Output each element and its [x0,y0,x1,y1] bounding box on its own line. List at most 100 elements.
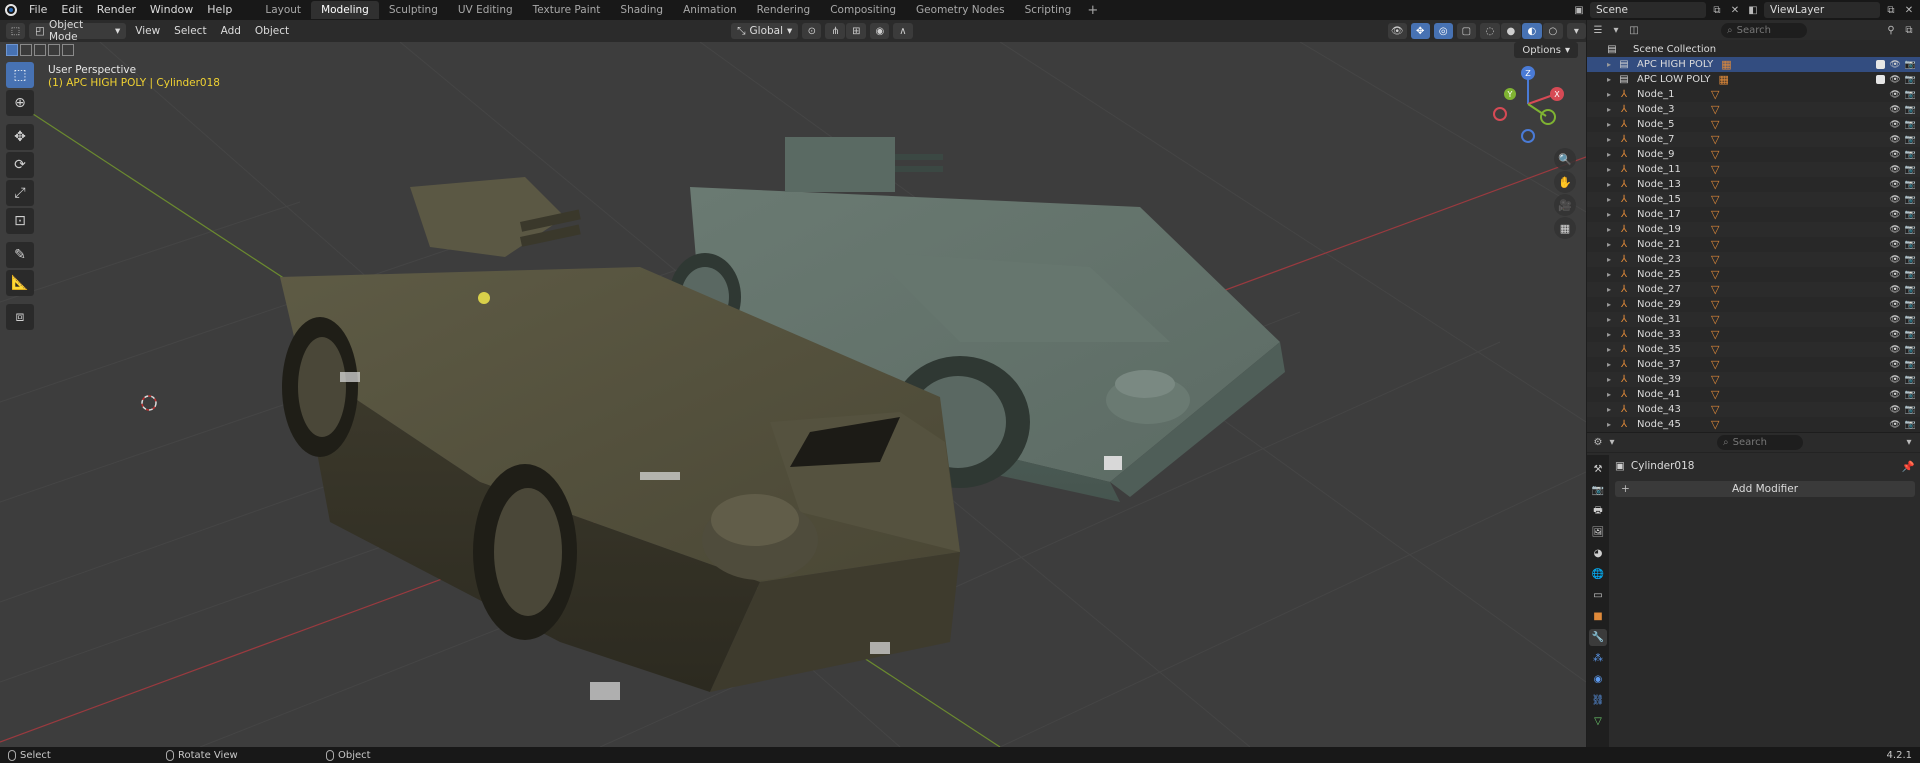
expand-arrow-icon[interactable]: ▸ [1607,225,1617,234]
visibility-icon[interactable]: 👁 [1387,23,1407,39]
falloff-icon[interactable]: ∧ [893,23,913,39]
outliner-row-node[interactable]: ▸ ⅄ Node_23 ▽ 👁 📷 [1587,252,1920,267]
tab-modeling[interactable]: Modeling [311,1,379,19]
expand-arrow-icon[interactable]: ▸ [1607,300,1617,309]
camera-icon[interactable]: 📷 [1905,60,1916,70]
editor-type-icon[interactable]: ⬚ [6,23,26,39]
eye-icon[interactable]: 👁 [1889,405,1900,415]
outliner-row-node[interactable]: ▸ ⅄ Node_25 ▽ 👁 📷 [1587,267,1920,282]
menu-object[interactable]: Object [250,25,294,37]
camera-icon[interactable]: 📷 [1905,315,1916,325]
camera-icon[interactable]: 📷 [1905,390,1916,400]
outliner-row-node[interactable]: ▸ ⅄ Node_27 ▽ 👁 📷 [1587,282,1920,297]
viewport-scene[interactable] [0,42,1586,747]
expand-arrow-icon[interactable]: ▸ [1607,240,1617,249]
outliner-row-node[interactable]: ▸ ⅄ Node_29 ▽ 👁 📷 [1587,297,1920,312]
gizmo-neg-x-icon[interactable] [1493,107,1507,121]
camera-icon[interactable]: 📷 [1905,405,1916,415]
tab-animation[interactable]: Animation [673,1,747,19]
camera-icon[interactable]: 📷 [1905,420,1916,430]
view-layer-selector[interactable]: ViewLayer [1764,2,1880,18]
outliner-row-node[interactable]: ▸ ⅄ Node_31 ▽ 👁 📷 [1587,312,1920,327]
world-tab-icon[interactable]: 🌐 [1589,566,1607,583]
outliner-row-node[interactable]: ▸ ⅄ Node_5 ▽ 👁 📷 [1587,117,1920,132]
eye-icon[interactable]: 👁 [1889,105,1900,115]
camera-view-icon[interactable]: 🎥 [1554,194,1576,216]
tool-tab-icon[interactable]: ⚒ [1589,461,1607,478]
outliner-row-node[interactable]: ▸ ⅄ Node_19 ▽ 👁 📷 [1587,222,1920,237]
transform-tool-icon[interactable]: ⊡ [6,208,34,234]
outliner-row-node[interactable]: ▸ ⅄ Node_3 ▽ 👁 📷 [1587,102,1920,117]
camera-icon[interactable]: 📷 [1905,225,1916,235]
tab-rendering[interactable]: Rendering [747,1,821,19]
outliner-row-node[interactable]: ▸ ⅄ Node_15 ▽ 👁 📷 [1587,192,1920,207]
rendered-shading-icon[interactable]: ○ [1542,23,1563,39]
transform-orientation-selector[interactable]: ⤡ Global ▾ [731,23,799,39]
eye-icon[interactable]: 👁 [1889,300,1900,310]
tab-texture-paint[interactable]: Texture Paint [523,1,611,19]
scene-tab-icon[interactable]: ◕ [1589,545,1607,562]
view-layer-icon[interactable]: ◧ [1746,3,1760,17]
expand-arrow-icon[interactable]: ▸ [1607,195,1617,204]
delete-scene-icon[interactable]: ✕ [1728,3,1742,17]
eye-icon[interactable]: 👁 [1889,135,1900,145]
properties-editor-icon[interactable]: ⚙ [1591,436,1605,450]
gizmo-toggle-icon[interactable]: ✥ [1410,23,1430,39]
menu-add[interactable]: Add [216,25,246,37]
gizmo-y-icon[interactable] [1540,109,1556,125]
snap-icon[interactable]: ⋔ [825,23,846,39]
camera-icon[interactable]: 📷 [1905,255,1916,265]
chevron-down-icon[interactable]: ▾ [1605,436,1619,450]
camera-icon[interactable]: 📷 [1905,270,1916,280]
display-mode-icon[interactable]: ▾ [1609,23,1623,37]
outliner-row-node[interactable]: ▸ ⅄ Node_39 ▽ 👁 📷 [1587,372,1920,387]
eye-icon[interactable]: 👁 [1889,240,1900,250]
expand-arrow-icon[interactable]: ▸ [1607,120,1617,129]
eye-icon[interactable]: 👁 [1889,210,1900,220]
menu-view[interactable]: View [130,25,165,37]
expand-arrow-icon[interactable]: ▸ [1607,180,1617,189]
delete-view-layer-icon[interactable]: ✕ [1902,3,1916,17]
scene-selector[interactable]: Scene [1590,2,1706,18]
menu-window[interactable]: Window [143,0,200,20]
expand-arrow-icon[interactable]: ▸ [1607,105,1617,114]
expand-arrow-icon[interactable]: ▸ [1607,360,1617,369]
outliner-view-icon[interactable]: ◫ [1627,23,1641,37]
add-modifier-button[interactable]: + Add Modifier [1615,481,1915,497]
particles-tab-icon[interactable]: ⁂ [1589,650,1607,667]
expand-arrow-icon[interactable]: ▸ [1607,330,1617,339]
menu-select[interactable]: Select [169,25,211,37]
outliner-row-node[interactable]: ▸ ⅄ Node_13 ▽ 👁 📷 [1587,177,1920,192]
gizmo-neg-z-icon[interactable] [1521,129,1535,143]
eye-icon[interactable]: 👁 [1889,315,1900,325]
navigation-gizmo[interactable]: Z X Y [1488,64,1568,144]
blender-logo-icon[interactable] [0,0,22,20]
outliner-editor-icon[interactable]: ☰ [1591,23,1605,37]
pan-hand-icon[interactable]: ✋ [1554,171,1576,193]
expand-arrow-icon[interactable]: ▸ [1607,135,1617,144]
outliner-search-input[interactable]: ⌕ Search [1721,22,1807,38]
outliner-row-node[interactable]: ▸ ⅄ Node_9 ▽ 👁 📷 [1587,147,1920,162]
scene-icon[interactable]: ▣ [1572,3,1586,17]
tab-layout[interactable]: Layout [255,1,311,19]
new-collection-icon[interactable]: ⧉ [1902,23,1916,37]
camera-icon[interactable]: 📷 [1905,105,1916,115]
render-tab-icon[interactable]: 📷 [1589,482,1607,499]
camera-icon[interactable]: 📷 [1905,135,1916,145]
eye-icon[interactable]: 👁 [1889,360,1900,370]
camera-icon[interactable]: 📷 [1905,375,1916,385]
outliner-row-collection[interactable]: ▸ ▤ APC HIGH POLY ▦ 👁 📷 [1587,57,1920,72]
expand-arrow-icon[interactable]: ▸ [1607,255,1617,264]
eye-icon[interactable]: 👁 [1889,195,1900,205]
outliner-row-collection[interactable]: ▸ ▤ APC LOW POLY ▦ 👁 📷 [1587,72,1920,87]
data-tab-icon[interactable]: ▽ [1589,713,1607,730]
camera-icon[interactable]: 📷 [1905,240,1916,250]
select-subtract-icon[interactable] [34,44,46,56]
modifier-tab-icon[interactable]: 🔧 [1589,629,1607,646]
eye-icon[interactable]: 👁 [1889,420,1900,430]
select-box-tool-icon[interactable]: ⬚ [6,62,34,88]
tab-geometry-nodes[interactable]: Geometry Nodes [906,1,1015,19]
outliner-row-node[interactable]: ▸ ⅄ Node_1 ▽ 👁 📷 [1587,87,1920,102]
menu-file[interactable]: File [22,0,54,20]
3d-viewport[interactable]: ⬚ ◰ Object Mode ▾ View Select Add Object… [0,20,1586,747]
